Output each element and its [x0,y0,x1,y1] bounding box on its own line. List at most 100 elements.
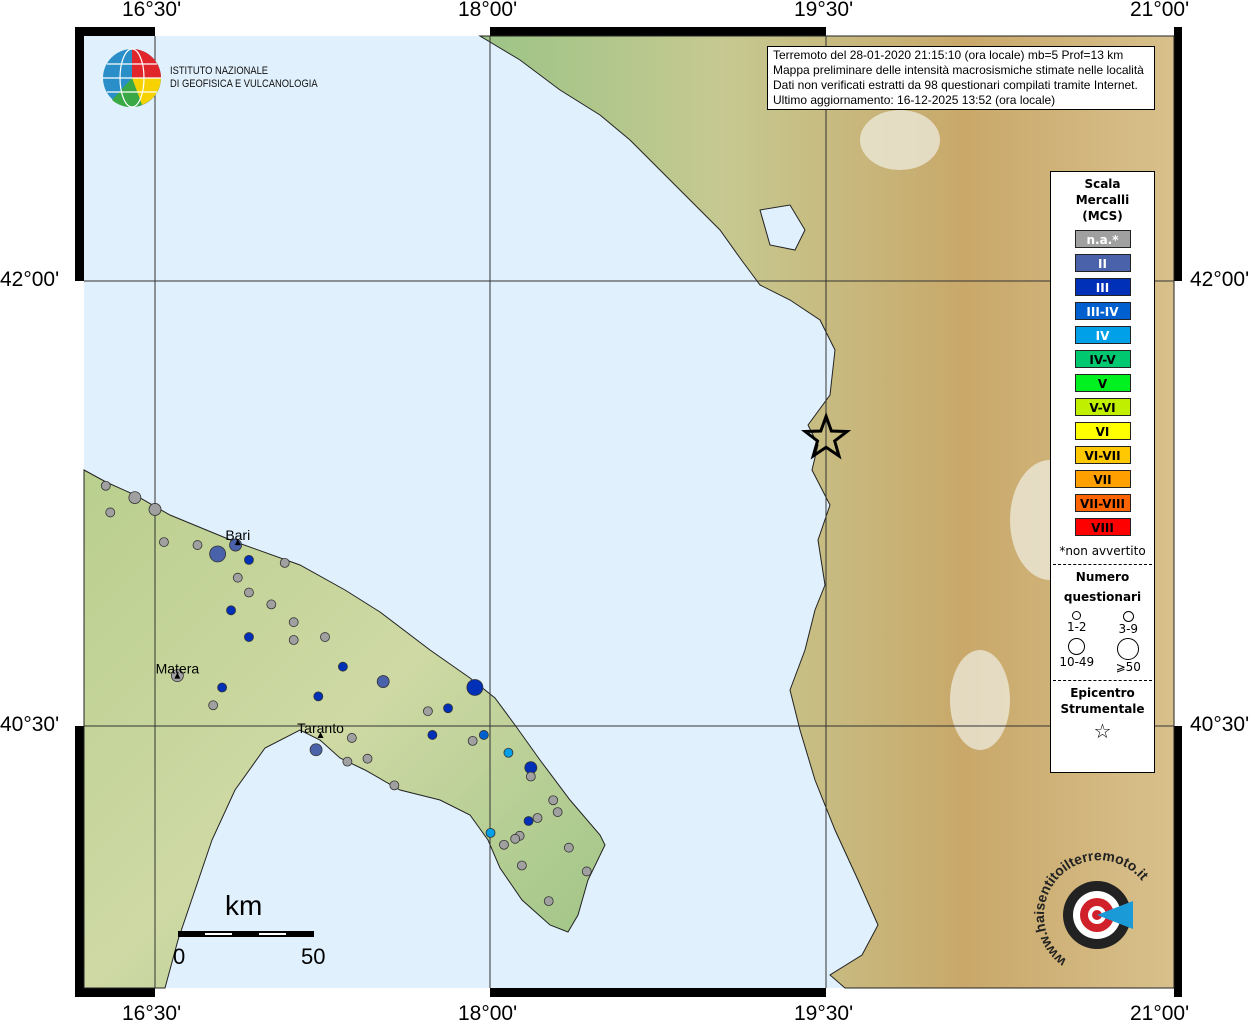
legend-swatch: VIII [1074,518,1131,536]
intensity-point [548,795,559,806]
info-line-3: Dati non verificati estratti da 98 quest… [773,78,1138,92]
intensity-point [244,554,254,565]
ingv-globe-icon [103,48,161,108]
info-line-1: Terremoto del 28-01-2020 21:15:10 (ora l… [773,48,1124,62]
intensity-point [192,540,203,550]
tick-bottom-3: 19°30' [794,1002,854,1025]
intensity-point [244,587,254,598]
intensity-point [232,572,243,583]
intensity-point [478,730,489,740]
scale-unit: km [225,890,263,921]
intensity-point [510,833,521,844]
intensity-point [499,839,509,850]
intensity-point [148,503,162,516]
legend-swatch: VI [1074,422,1131,440]
intensity-point [543,896,554,907]
tick-top-3: 19°30' [794,0,854,21]
intensity-point [266,599,277,610]
scale-start: 0 [173,944,186,969]
intensity-point [516,860,527,871]
intensity-point [466,679,484,696]
intensity-point [217,682,228,693]
intensity-point [523,816,534,826]
legend-note: *non avvertito [1059,544,1146,558]
intensity-point [503,747,514,758]
legend-swatch: II [1074,254,1131,272]
intensity-point [279,557,290,568]
count-label: 3-9 [1118,622,1139,636]
intensity-point [552,807,563,817]
size-circle-icon [1117,638,1140,660]
tick-top-2: 18°00' [458,0,518,21]
legend-swatches: n.a.* II III III-IV IV IV-V V V-VI VI VI-VII VII VI… [1051,230,1154,536]
divider [1053,564,1152,565]
legend-swatch: VII [1074,470,1131,488]
legend-swatch: V [1074,374,1131,392]
intensity-point [581,866,592,877]
intensity-point [563,842,574,853]
tick-bottom-2: 18°00' [458,1002,518,1025]
event-info-box: Terremoto del 28-01-2020 21:15:10 (ora l… [767,46,1155,110]
intensity-point [128,491,142,504]
intensity-point [209,545,227,563]
city-label: Matera [156,661,200,677]
ingv-logo: ISTITUTO NAZIONALE DI GEOFISICA E VULCAN… [102,48,344,108]
epi-title-2: Strumentale [1060,702,1145,716]
ingv-line2: DI GEOFISICA E VULCANOLOGIA [170,78,318,90]
intensity-point [288,617,299,628]
tick-top-4: 21°00' [1130,0,1190,21]
intensity-point [288,635,299,645]
intensity-point [313,691,324,702]
ingv-line1: ISTITUTO NAZIONALE [170,65,269,77]
intensity-point [427,730,438,740]
intensity-point [244,632,254,642]
intensity-point [346,733,357,743]
count-label: ⩾50 [1115,660,1141,674]
count-label: 1-2 [1066,620,1087,634]
legend-title-2: Mercalli [1075,193,1130,207]
intensity-point [423,706,433,717]
intensity-point [525,771,536,782]
intensity-point [443,703,453,714]
intensity-point [159,537,169,547]
legend-swatch: III-IV [1074,302,1131,320]
intensity-point [467,735,478,746]
intensity-point [208,700,219,711]
intensity-point [342,756,353,767]
legend-swatch: n.a.* [1074,230,1131,248]
legend-swatch: III [1074,278,1131,296]
count-label: 10-49 [1059,655,1095,669]
tick-right-2: 40°30' [1190,713,1250,736]
scale-bar-graphic [178,931,314,937]
legend-title: Scala Mercalli (MCS) [1051,176,1154,224]
epi-title-1: Epicentro [1070,686,1135,700]
divider [1053,680,1152,681]
intensity-point [338,661,348,672]
intensity-point [532,813,543,823]
size-circle-icon [1122,611,1134,622]
intensity-point [362,753,373,764]
legend-swatch: IV-V [1074,350,1131,368]
count-title-2: questionari [1063,590,1142,604]
legend-swatch: V-VI [1074,398,1131,416]
count-sizes: 1-2 3-9 10-49 ⩾50 [1051,611,1154,674]
legend: Scala Mercalli (MCS) n.a.* II III III-IV IV I… [1050,171,1155,773]
tick-bottom-4: 21°00' [1130,1002,1190,1025]
intensity-point [320,632,330,642]
info-line-4: Ultimo aggiornamento: 16-12-2025 13:52 (… [773,93,1056,107]
city-label: Bari [225,527,250,543]
tick-left-2: 40°30' [0,713,60,736]
size-circle-icon [1072,611,1082,620]
legend-swatch: IV [1074,326,1131,344]
legend-title-1: Scala [1084,177,1121,191]
count-title-1: Numero [1075,570,1130,584]
intensity-point [226,605,236,616]
tick-top-1: 16°30' [122,0,182,21]
star-icon: ☆ [1093,719,1112,743]
tick-left-1: 42°00' [0,268,60,291]
intensity-point [105,507,116,518]
tick-bottom-1: 16°30' [122,1002,182,1025]
tick-right-1: 42°00' [1190,268,1250,291]
city-label: Taranto [297,720,344,736]
info-line-2: Mappa preliminare delle intensità macros… [773,63,1144,77]
